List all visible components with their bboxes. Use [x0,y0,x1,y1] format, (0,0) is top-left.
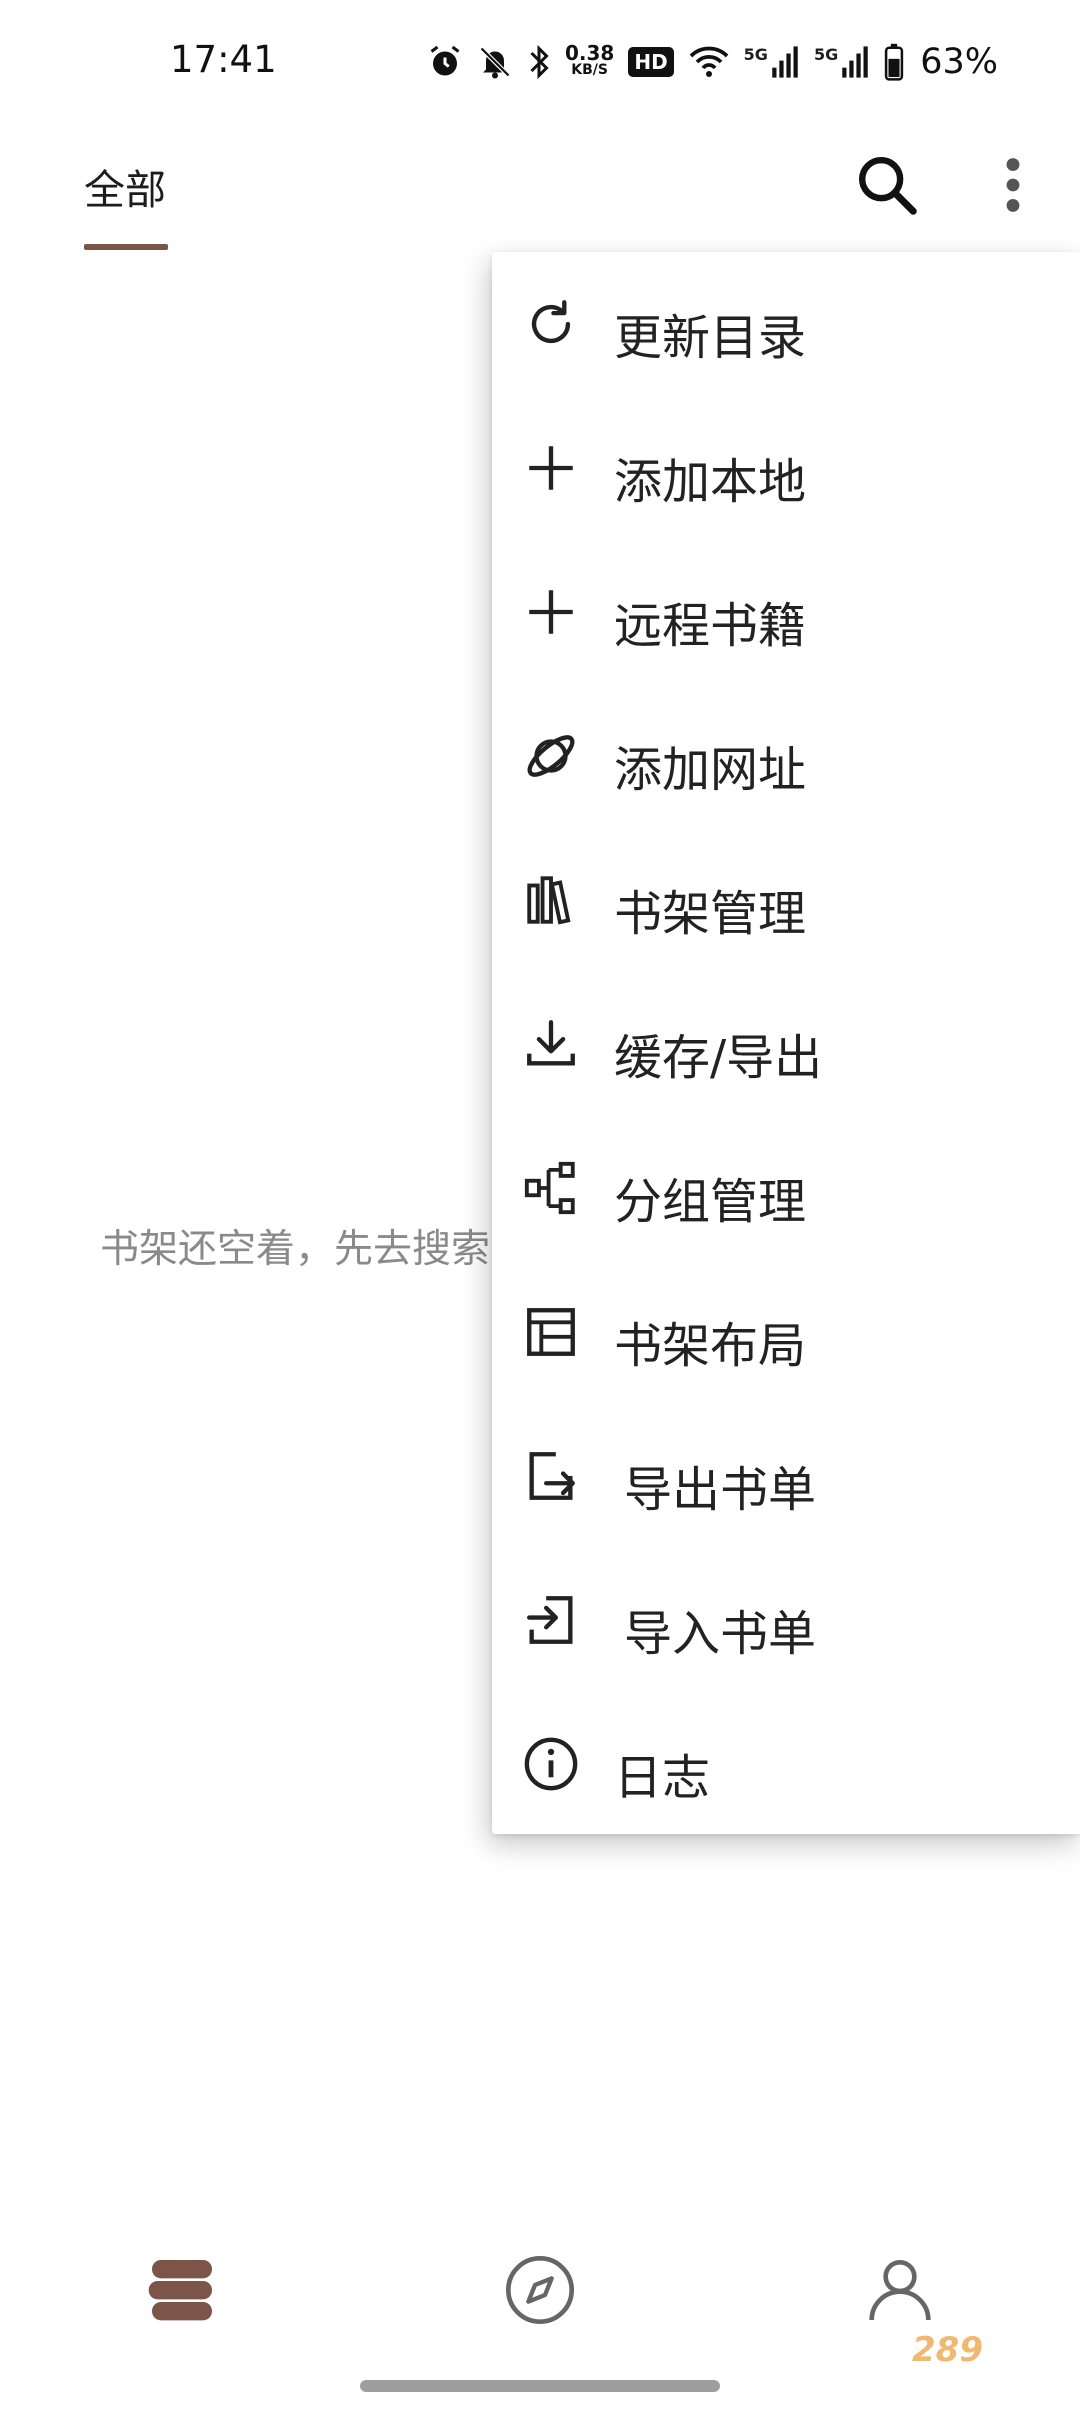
menu-item-shelf-layout[interactable]: 书架布局 [492,1260,1080,1404]
signal-icon [772,46,798,78]
layout-icon [527,1308,575,1356]
net-speed-value: 0.38 [564,41,615,65]
plus-icon [529,446,573,490]
net-speed: 0.38 KB/S [564,41,615,79]
overflow-menu: 更新目录 添加本地 远程书籍 添加网址 书架管理 缓存/导出 分组管理 书架布局… [492,252,1080,1834]
menu-item-label: 远程书籍 [614,598,807,654]
menu-item-label: 书架管理 [614,886,807,942]
top-app-bar: 全部 [0,128,1080,256]
signal-2: 5G [814,45,870,79]
wifi-icon [689,46,728,77]
menu-item-log[interactable]: 日志 [492,1692,1080,1836]
menu-item-label: 缓存/导出 [614,1030,823,1086]
net-type-2: 5G [813,45,839,64]
menu-item-update-toc[interactable]: 更新目录 [492,252,1080,396]
search-icon [859,157,917,215]
watermark-logo: 289 [912,2330,983,2370]
tab-all[interactable]: 全部 [84,156,166,216]
signal-1: 5G [744,45,800,79]
import-icon [527,1596,573,1644]
battery-icon [885,43,904,81]
menu-item-label: 更新目录 [614,310,807,366]
planet-icon [527,735,575,777]
alarm-icon [430,45,460,76]
nav-profile[interactable] [860,2250,940,2330]
menu-item-cache-export[interactable]: 缓存/导出 [492,972,1080,1116]
menu-item-add-local[interactable]: 添加本地 [492,396,1080,540]
tab-indicator [84,244,168,250]
hd-icon: HD [628,47,674,77]
status-time: 17:41 [170,38,277,81]
home-indicator[interactable] [360,2380,720,2392]
nav-explore[interactable] [500,2250,580,2330]
info-icon [524,1737,578,1791]
empty-shelf-text: 书架还空着，先去搜索 [100,1227,491,1272]
net-speed-unit: KB/S [571,62,608,78]
menu-item-remote-books[interactable]: 远程书籍 [492,540,1080,684]
compass-icon [506,2256,574,2324]
bluetooth-icon [530,44,549,80]
menu-item-add-url[interactable]: 添加网址 [492,684,1080,828]
menu-item-label: 导出书单 [624,1462,817,1518]
battery-percent: 63% [920,42,998,82]
export-icon [529,1452,575,1500]
download-icon [527,1020,575,1066]
menu-item-label: 添加本地 [614,454,807,510]
books-icon [527,876,571,925]
menu-item-shelf-manage[interactable]: 书架管理 [492,828,1080,972]
menu-item-label: 添加网址 [614,742,807,798]
menu-item-label: 书架布局 [614,1318,807,1374]
menu-item-import-booklist[interactable]: 导入书单 [492,1548,1080,1692]
search-button[interactable] [852,150,922,220]
status-bar: 17:41 0.38 KB/S HD 5G 5G 63% [0,0,1080,128]
profile-icon [869,2259,931,2321]
plus-icon [529,590,573,634]
menu-item-label: 日志 [614,1750,711,1806]
net-type-1: 5G [743,45,768,64]
bookshelf-icon [148,2260,212,2321]
menu-item-label: 导入书单 [624,1606,817,1662]
mute-bell-icon [479,46,511,79]
menu-item-export-booklist[interactable]: 导出书单 [492,1404,1080,1548]
status-icons: 0.38 KB/S HD 5G 5G 63% [427,38,998,86]
refresh-icon [531,300,571,344]
more-options-button[interactable] [995,150,1031,220]
signal-icon [842,46,868,78]
group-tree-icon [524,1161,575,1215]
nav-bookshelf[interactable] [142,2250,222,2330]
menu-item-label: 分组管理 [614,1174,807,1230]
more-vert-icon [1006,158,1020,212]
menu-item-group-manage[interactable]: 分组管理 [492,1116,1080,1260]
